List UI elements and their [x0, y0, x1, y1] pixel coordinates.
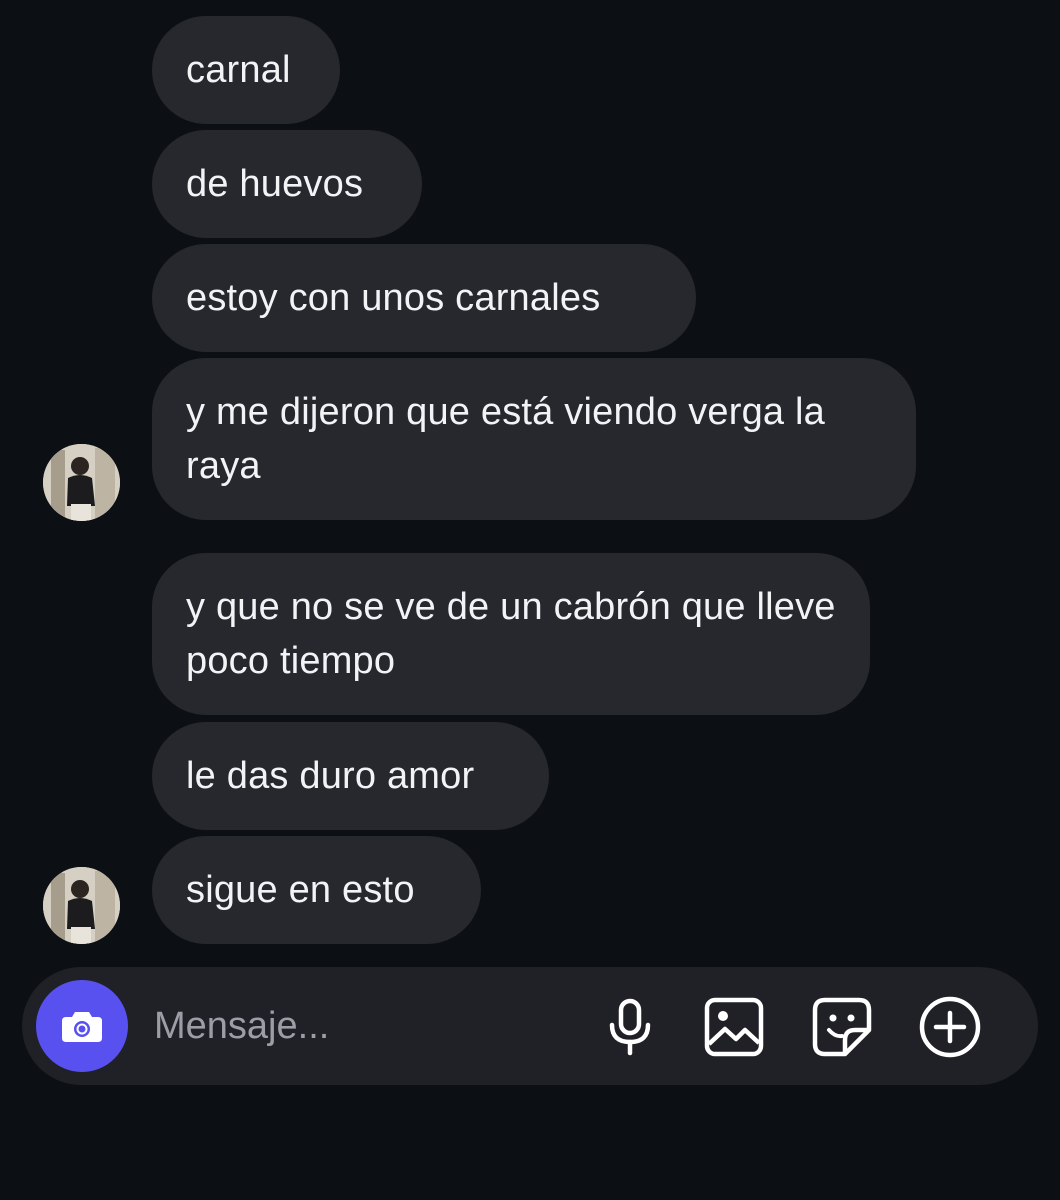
microphone-icon	[609, 998, 651, 1056]
avatar-photo	[43, 867, 120, 944]
message-text: le das duro amor	[186, 755, 475, 797]
message-thread: carnal de huevos estoy con unos carnales…	[0, 0, 1060, 960]
message-bubble[interactable]: carnal	[152, 16, 340, 124]
message-bubble[interactable]: de huevos	[152, 130, 422, 238]
camera-icon	[62, 1012, 102, 1042]
message-composer	[22, 967, 1038, 1085]
more-button[interactable]	[917, 994, 983, 1060]
gallery-button[interactable]	[701, 994, 767, 1060]
message-bubble[interactable]: sigue en esto	[152, 836, 481, 944]
image-icon	[704, 997, 764, 1057]
message-bubble[interactable]: y que no se ve de un cabrón que lleve po…	[152, 553, 870, 715]
message-input[interactable]	[154, 1000, 574, 1052]
sticker-icon	[812, 997, 872, 1057]
avatar[interactable]	[43, 867, 120, 944]
message-bubble[interactable]: estoy con unos carnales	[152, 244, 696, 352]
avatar-photo	[43, 444, 120, 521]
message-text: y que no se ve de un cabrón que lleve po…	[186, 586, 836, 682]
message-text: y me dijeron que está viendo verga la ra…	[186, 391, 826, 487]
sticker-button[interactable]	[809, 994, 875, 1060]
message-text: sigue en esto	[186, 869, 415, 911]
message-text: estoy con unos carnales	[186, 277, 601, 319]
microphone-button[interactable]	[597, 994, 663, 1060]
message-bubble[interactable]: y me dijeron que está viendo verga la ra…	[152, 358, 916, 520]
message-text: carnal	[186, 49, 291, 91]
camera-button[interactable]	[36, 980, 128, 1072]
message-bubble[interactable]: le das duro amor	[152, 722, 549, 830]
avatar[interactable]	[43, 444, 120, 521]
message-text: de huevos	[186, 163, 364, 205]
plus-circle-icon	[919, 996, 981, 1058]
